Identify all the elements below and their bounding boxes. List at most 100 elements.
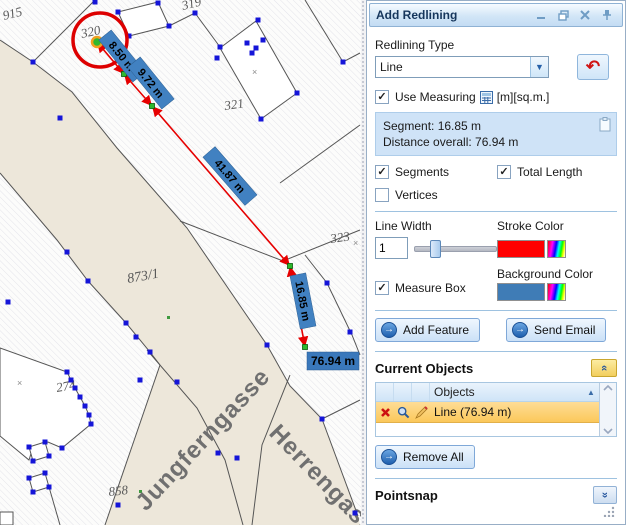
sort-ascending-icon[interactable]: ▲: [583, 388, 599, 397]
distance-overall-readout: Distance overall: 76.94 m: [383, 135, 519, 149]
parcel-vertex[interactable]: [123, 320, 129, 326]
parcel-vertex[interactable]: [294, 90, 300, 96]
parcel-vertex[interactable]: [174, 379, 180, 385]
svg-text:76.94 m: 76.94 m: [311, 354, 355, 368]
parcel-vertex[interactable]: [46, 484, 52, 490]
parcel-vertex[interactable]: [319, 416, 325, 422]
zoom-to-icon[interactable]: [394, 402, 412, 422]
parcel-vertex[interactable]: [64, 369, 70, 375]
total-length-label: Total Length: [517, 165, 583, 179]
edit-icon[interactable]: [412, 402, 430, 422]
parcel-vertex[interactable]: [155, 0, 161, 6]
parcel-vertex[interactable]: [137, 377, 143, 383]
chevron-down-icon[interactable]: ▼: [530, 57, 548, 77]
parcel-vertex[interactable]: [30, 489, 36, 495]
vertices-checkbox[interactable]: [375, 188, 389, 202]
parcel-label: 323: [328, 228, 351, 246]
scroll-down-icon[interactable]: [603, 428, 613, 434]
parcel-vertex[interactable]: [92, 0, 98, 5]
parcel-vertex[interactable]: [234, 455, 240, 461]
divider: [375, 310, 617, 311]
parcel-label: 321: [222, 95, 244, 113]
measurement-vertex[interactable]: [302, 344, 308, 350]
parcel-vertex[interactable]: [26, 475, 32, 481]
pin-icon[interactable]: [598, 7, 616, 23]
parcel-vertex[interactable]: [30, 59, 36, 65]
scroll-up-icon[interactable]: [603, 385, 613, 391]
table-row[interactable]: Line (76.94 m): [376, 402, 599, 423]
parcel-vertex[interactable]: [192, 10, 198, 16]
close-icon[interactable]: [576, 7, 594, 23]
parcel-vertex[interactable]: [85, 278, 91, 284]
measurement-vertex[interactable]: [287, 263, 293, 269]
parcel-vertex[interactable]: [244, 40, 250, 46]
parcel-vertex[interactable]: [68, 377, 74, 383]
table-scrollbar[interactable]: [599, 383, 616, 436]
parcel-vertex[interactable]: [115, 9, 121, 15]
resize-grip[interactable]: [603, 504, 617, 522]
parcel-vertex[interactable]: [42, 470, 48, 476]
measure-box-checkbox[interactable]: [375, 281, 389, 295]
stroke-color-palette-icon[interactable]: [547, 240, 566, 258]
line-width-slider[interactable]: [414, 239, 497, 258]
parcel-vertex[interactable]: [215, 450, 221, 456]
redlining-type-select[interactable]: Line ▼: [375, 56, 549, 78]
parcel-vertex[interactable]: [340, 59, 346, 65]
objects-column-header[interactable]: Objects: [430, 385, 583, 399]
parcel-vertex[interactable]: [88, 421, 94, 427]
measure-info-box: Segment: 16.85 m Distance overall: 76.94…: [375, 112, 617, 156]
parcel-vertex[interactable]: [26, 444, 32, 450]
parcel-vertex[interactable]: [214, 55, 220, 61]
background-color-palette-icon[interactable]: [547, 283, 566, 301]
total-length-label: 76.94 m: [306, 351, 360, 371]
parcel-vertex[interactable]: [42, 439, 48, 445]
measurement-vertex[interactable]: [149, 103, 155, 109]
parcel-vertex[interactable]: [264, 342, 270, 348]
parcel-vertex[interactable]: [72, 385, 78, 391]
minimize-icon[interactable]: [532, 7, 550, 23]
parcel-vertex[interactable]: [30, 458, 36, 464]
undo-button[interactable]: ↶: [577, 54, 609, 80]
segment-readout: Segment: 16.85 m: [383, 119, 482, 133]
parcel-vertex[interactable]: [115, 502, 121, 508]
parcel-vertex[interactable]: [86, 412, 92, 418]
parcel-vertex[interactable]: [64, 249, 70, 255]
parcel-vertex[interactable]: [217, 44, 223, 50]
stroke-color-swatch[interactable]: [497, 240, 545, 258]
restore-icon[interactable]: [554, 7, 572, 23]
parcel-vertex[interactable]: [133, 334, 139, 340]
parcel-vertex[interactable]: [147, 349, 153, 355]
remove-all-button[interactable]: → Remove All: [375, 445, 475, 469]
parcel-vertex[interactable]: [258, 116, 264, 122]
parcel-vertex[interactable]: [166, 23, 172, 29]
slider-handle[interactable]: [430, 240, 441, 258]
parcel-vertex[interactable]: [347, 329, 353, 335]
stroke-color-label: Stroke Color: [497, 219, 564, 233]
parcel-vertex[interactable]: [77, 394, 83, 400]
clipboard-icon[interactable]: [599, 117, 611, 136]
parcel-vertex[interactable]: [59, 445, 65, 451]
background-color-swatch[interactable]: [497, 283, 545, 301]
parcel-vertex[interactable]: [5, 299, 11, 305]
parcel-vertex[interactable]: [46, 453, 52, 459]
collapse-section-button[interactable]: «: [591, 359, 617, 377]
add-feature-button[interactable]: → Add Feature: [375, 318, 481, 342]
use-measuring-checkbox[interactable]: [375, 90, 389, 104]
expand-section-button[interactable]: «: [593, 486, 617, 504]
parcel-vertex[interactable]: [260, 37, 266, 43]
panel-titlebar[interactable]: Add Redlining: [369, 3, 623, 27]
map-view[interactable]: × × × 915 319 320 321 323 873/1 274 858: [0, 0, 361, 525]
line-width-input[interactable]: [375, 237, 408, 259]
total-length-checkbox[interactable]: [497, 165, 511, 179]
segments-checkbox[interactable]: [375, 165, 389, 179]
parcel-vertex[interactable]: [82, 403, 88, 409]
parcel-vertex[interactable]: [57, 115, 63, 121]
parcel-vertex[interactable]: [253, 45, 259, 51]
delete-icon[interactable]: [376, 402, 394, 422]
send-email-button[interactable]: → Send Email: [506, 318, 607, 342]
table-header[interactable]: Objects ▲: [376, 383, 599, 402]
parcel-vertex[interactable]: [352, 510, 358, 516]
parcel-vertex[interactable]: [324, 280, 330, 286]
parcel-vertex[interactable]: [249, 50, 255, 56]
parcel-vertex[interactable]: [255, 17, 261, 23]
